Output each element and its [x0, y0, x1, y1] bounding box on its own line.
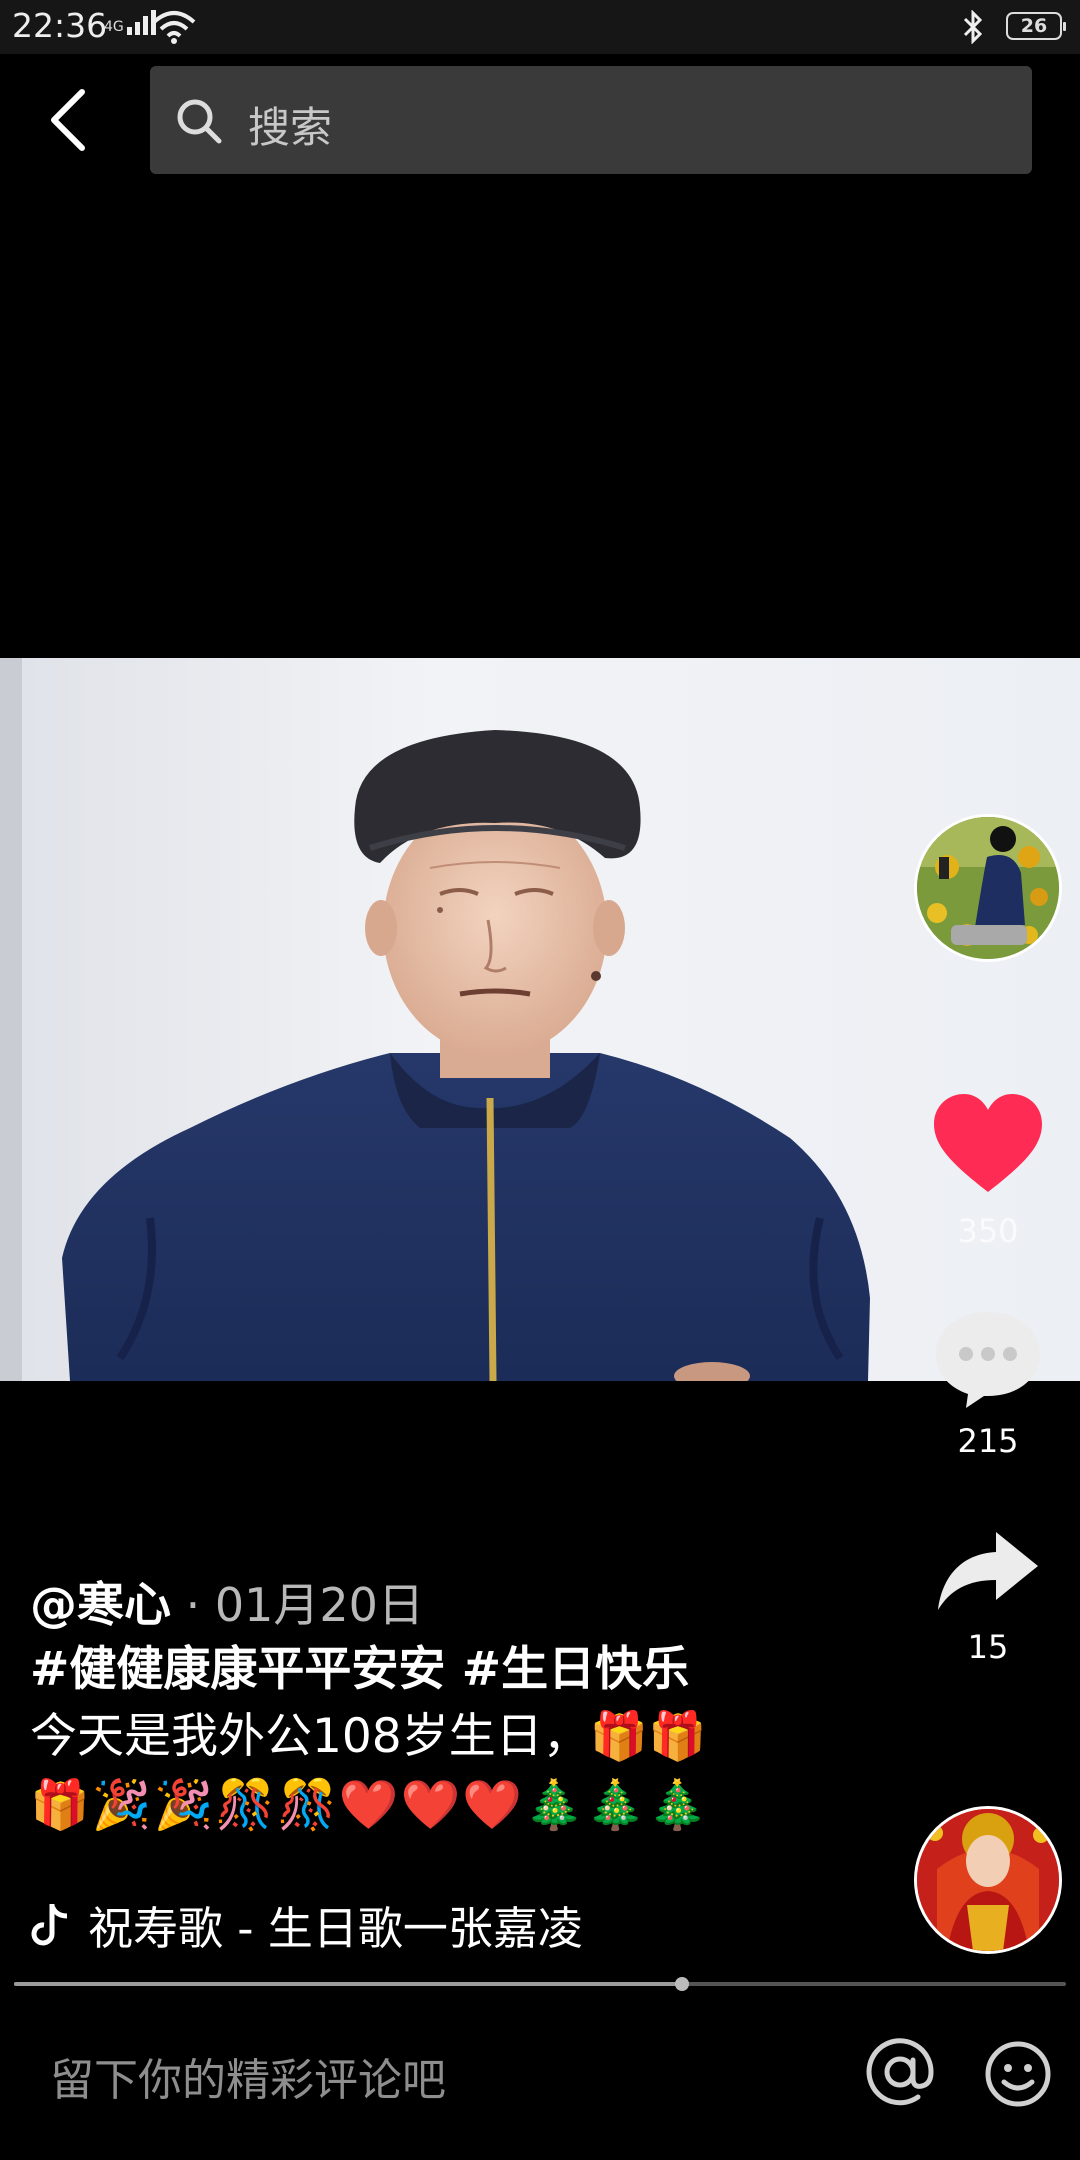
status-bar: 22:36 4G 26 [0, 0, 1080, 54]
back-button[interactable] [40, 82, 100, 158]
video-player[interactable] [0, 658, 1080, 1381]
status-time: 22:36 [12, 6, 108, 45]
share-icon [938, 1532, 1038, 1610]
date-separator: · [171, 1578, 215, 1632]
cellular-signal: 4G [104, 9, 156, 35]
progress-fill [14, 1982, 683, 1986]
comment-button[interactable] [932, 1308, 1044, 1412]
share-count: 15 [967, 1628, 1009, 1666]
share-button[interactable] [934, 1526, 1042, 1622]
hashtags[interactable]: #健健康康平平安安 #生日快乐 [30, 1637, 880, 1703]
battery-icon: 26 [1006, 12, 1066, 40]
author-avatar[interactable] [914, 814, 1062, 962]
music-info[interactable]: 祝寿歌 - 生日歌一张嘉凌 [30, 1892, 583, 1957]
music-note-icon [31, 1903, 68, 1945]
emoji-icon[interactable] [984, 2040, 1052, 2108]
comment-icon [936, 1312, 1040, 1408]
video-caption: @寒心 · 01月20日 #健健康康平平安安 #生日快乐 今天是我外公108岁生… [30, 1574, 880, 1839]
bluetooth-icon [963, 10, 983, 44]
search-icon [177, 99, 222, 144]
battery-level: 26 [1020, 15, 1048, 37]
caption-text: 今天是我外公108岁生日，🎁🎁 [30, 1709, 707, 1764]
video-frame-image [0, 658, 1080, 1381]
avatar-image [917, 817, 1059, 959]
video-progress-bar[interactable] [14, 1977, 1066, 1991]
network-type: 4G [104, 19, 124, 35]
wifi-icon [152, 11, 196, 44]
search-placeholder: 搜索 [248, 103, 333, 152]
post-date: 01月20日 [214, 1578, 424, 1632]
author-line: @寒心 · 01月20日 [30, 1574, 880, 1637]
caption-emojis: 🎁🎉🎉🎊🎊❤️❤️❤️🎄🎄🎄 [30, 1777, 710, 1833]
mention-icon[interactable] [864, 2036, 936, 2108]
author-name[interactable]: @寒心 [30, 1578, 171, 1633]
music-title: 祝寿歌 - 生日歌一张嘉凌 [88, 1902, 583, 1955]
like-button[interactable] [932, 1092, 1044, 1196]
progress-thumb[interactable] [675, 1977, 690, 1991]
search-input[interactable]: 搜索 [150, 66, 1032, 174]
like-count: 350 [957, 1212, 1019, 1250]
music-cover-image [917, 1809, 1059, 1951]
comment-count: 215 [957, 1422, 1019, 1460]
heart-icon [934, 1094, 1042, 1192]
music-disc[interactable] [914, 1806, 1062, 1954]
comment-input[interactable]: 留下你的精彩评论吧 [50, 2044, 446, 2108]
